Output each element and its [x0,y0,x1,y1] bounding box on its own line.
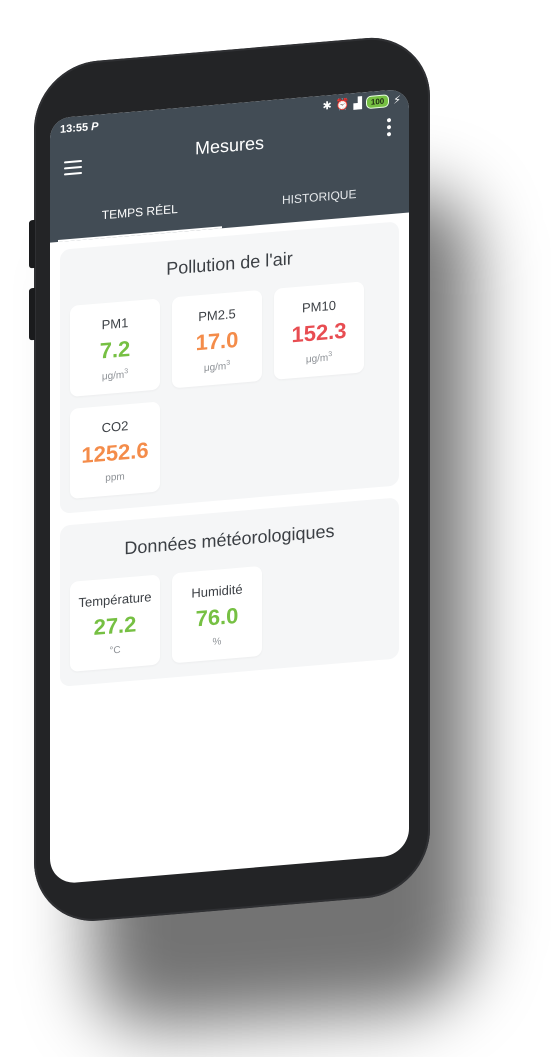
battery-icon: 100 [365,94,390,110]
screen: 13:55 P ✱ ⏰ ▟ 100 ⚡ Mesures TEMPS RÉEL H… [50,88,409,885]
notification-icon: P [91,120,99,134]
more-options-icon[interactable] [387,118,391,139]
air-pollution-panel: Pollution de l'air PM1 7.2 μg/m3 PM2.5 1… [60,221,399,515]
metric-unit: μg/m3 [101,368,129,383]
metric-value: 1252.6 [81,437,149,469]
metric-value: 27.2 [93,611,137,641]
air-pollution-grid: PM1 7.2 μg/m3 PM2.5 17.0 μg/m3 PM10 152.… [70,279,389,500]
metric-value: 76.0 [195,603,239,632]
metric-unit: ppm [105,471,125,485]
metric-label: PM2.5 [198,306,236,325]
weather-title: Données météorologiques [124,521,335,559]
volume-down-button [29,287,35,341]
metric-unit: μg/m3 [305,350,333,366]
metric-value: 152.3 [291,317,347,348]
metric-label: Température [78,589,152,611]
status-icons: ✱ ⏰ ▟ 100 ⚡ [323,93,401,113]
volume-up-button [29,219,35,269]
metric-unit: μg/m3 [203,359,231,375]
metric-label: PM10 [302,297,336,316]
alarm-off-icon: ⏰ [335,98,350,112]
metric-label: Humidité [191,581,243,602]
metric-value: 7.2 [99,335,131,364]
status-time: 13:55 P [60,121,98,136]
metric-label: CO2 [101,418,129,436]
content: Pollution de l'air PM1 7.2 μg/m3 PM2.5 1… [50,213,409,708]
metric-card-temperature: Température 27.2 °C [70,574,160,673]
clock: 13:55 [60,121,89,136]
metric-card-humidity: Humidité 76.0 % [172,566,262,664]
stage: 13:55 P ✱ ⏰ ▟ 100 ⚡ Mesures TEMPS RÉEL H… [0,0,560,1057]
metric-unit: % [212,636,222,649]
charging-icon: ⚡ [393,94,401,107]
weather-grid: Température 27.2 °C Humidité 76.0 % [70,556,389,673]
weather-panel: Données météorologiques Température 27.2… [60,497,399,688]
signal-icon: ▟ [353,97,362,111]
metric-card-pm25: PM2.5 17.0 μg/m3 [172,289,262,389]
metric-label: PM1 [101,315,129,333]
metric-unit: °C [109,645,121,657]
metric-value: 17.0 [195,326,239,356]
air-pollution-title: Pollution de l'air [166,248,293,279]
bluetooth-icon: ✱ [322,99,332,113]
metric-card-pm10: PM10 152.3 μg/m3 [274,281,364,381]
phone-frame: 13:55 P ✱ ⏰ ▟ 100 ⚡ Mesures TEMPS RÉEL H… [29,32,430,927]
metric-card-pm1: PM1 7.2 μg/m3 [70,298,160,398]
metric-card-co2: CO2 1252.6 ppm [70,401,160,500]
